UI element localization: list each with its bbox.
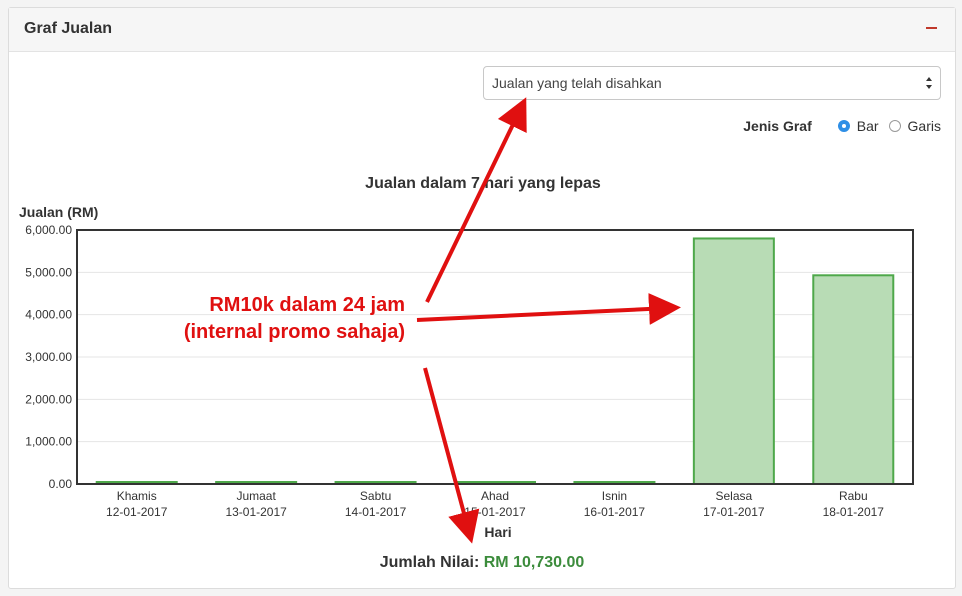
x-tick-day: Selasa <box>716 489 753 503</box>
arrow-to-bar <box>416 292 681 325</box>
y-tick-label: 1,000.00 <box>25 435 72 449</box>
y-tick-labels: 0.00 1,000.00 2,000.00 3,000.00 4,000.00 5,00… <box>25 223 72 491</box>
x-tick-labels: Khamis 12-01-2017 Jumaat 13-01-2017 Sabtu 14-… <box>106 489 884 519</box>
bar-rabu <box>812 274 895 485</box>
x-tick-day: Ahad <box>481 489 509 503</box>
x-tick-date: 14-01-2017 <box>345 505 407 519</box>
x-tick-date: 17-01-2017 <box>703 505 765 519</box>
total-label: Jumlah Nilai: <box>379 554 480 571</box>
chart-bars <box>95 237 895 485</box>
x-tick-day: Khamis <box>117 489 157 503</box>
x-tick-date: 15-01-2017 <box>464 505 526 519</box>
annotation-line-2: (internal promo sahaja) <box>184 321 405 343</box>
x-axis-label: Hari <box>484 524 511 540</box>
x-tick-date: 12-01-2017 <box>106 505 168 519</box>
total-value-row: Jumlah Nilai: RM 10,730.00 <box>9 554 955 572</box>
y-tick-label: 3,000.00 <box>25 350 72 364</box>
x-tick-day: Rabu <box>839 489 868 503</box>
y-axis-label: Jualan (RM) <box>19 204 98 220</box>
sales-bar-chart: Jualan dalam 7 hari yang lepas Jualan (R… <box>19 97 914 544</box>
x-tick-date: 13-01-2017 <box>225 505 287 519</box>
annotation-line-1: RM10k dalam 24 jam <box>209 294 405 316</box>
chart-grid <box>77 229 913 485</box>
x-tick-date: 18-01-2017 <box>823 505 885 519</box>
y-tick-label: 4,000.00 <box>25 308 72 322</box>
annotation: RM10k dalam 24 jam (internal promo sahaj… <box>184 97 681 544</box>
total-amount: RM 10,730.00 <box>483 554 585 571</box>
y-tick-label: 6,000.00 <box>25 223 72 237</box>
x-tick-day: Jumaat <box>236 489 276 503</box>
y-tick-label: 0.00 <box>49 477 73 491</box>
y-tick-label: 2,000.00 <box>25 392 72 406</box>
bar-selasa <box>692 237 775 485</box>
y-tick-label: 5,000.00 <box>25 265 72 279</box>
sales-graph-panel: Graf Jualan Jualan yang telah disahkan J… <box>8 7 956 589</box>
x-tick-day: Sabtu <box>360 489 391 503</box>
arrow-to-filter <box>425 97 527 303</box>
x-tick-day: Isnin <box>602 489 627 503</box>
arrow-to-total <box>423 367 480 544</box>
x-tick-date: 16-01-2017 <box>584 505 646 519</box>
